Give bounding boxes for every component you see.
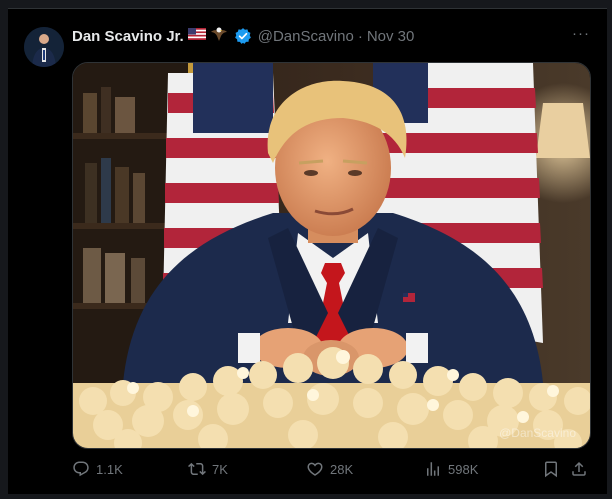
window-frame-left: [0, 0, 8, 499]
share-button[interactable]: [570, 458, 588, 480]
us-flag-icon: [187, 27, 206, 45]
views-button[interactable]: 598K: [424, 458, 478, 480]
reply-button[interactable]: 1.1K: [72, 458, 123, 480]
bookmark-button[interactable]: [542, 458, 560, 480]
repost-button[interactable]: 7K: [188, 458, 228, 480]
like-count: 28K: [330, 461, 354, 477]
separator-dot: ·: [357, 27, 363, 45]
divider: [8, 8, 607, 9]
tweet-header: Dan Scavino Jr. @DanScavino · Nov 30: [72, 26, 414, 46]
reply-icon: [73, 461, 89, 477]
views-chart-icon: [427, 462, 439, 476]
action-bar: 1.1K 7K 28K 598K: [72, 458, 589, 480]
share-icon: [572, 461, 586, 476]
window-frame-bottom: [0, 494, 612, 499]
window-frame-right: [607, 0, 612, 499]
eagle-icon: [210, 26, 228, 47]
image-watermark: @DanScavino: [499, 426, 576, 440]
heart-icon: [307, 462, 323, 476]
reply-count: 1.1K: [96, 461, 123, 477]
author-handle[interactable]: @DanScavino: [258, 28, 354, 45]
like-button[interactable]: 28K: [306, 458, 353, 480]
more-options-icon[interactable]: ···: [571, 26, 591, 45]
repost-icon: [188, 462, 206, 476]
avatar[interactable]: [24, 27, 64, 67]
verified-badge-icon[interactable]: [234, 27, 252, 45]
views-count: 598K: [448, 461, 479, 477]
window-frame-top: [0, 0, 612, 8]
tweet-image[interactable]: @DanScavino: [72, 62, 591, 449]
timestamp[interactable]: Nov 30: [367, 28, 415, 45]
repost-count: 7K: [212, 461, 228, 477]
author-name[interactable]: Dan Scavino Jr.: [72, 28, 184, 45]
bookmark-icon: [545, 461, 557, 478]
